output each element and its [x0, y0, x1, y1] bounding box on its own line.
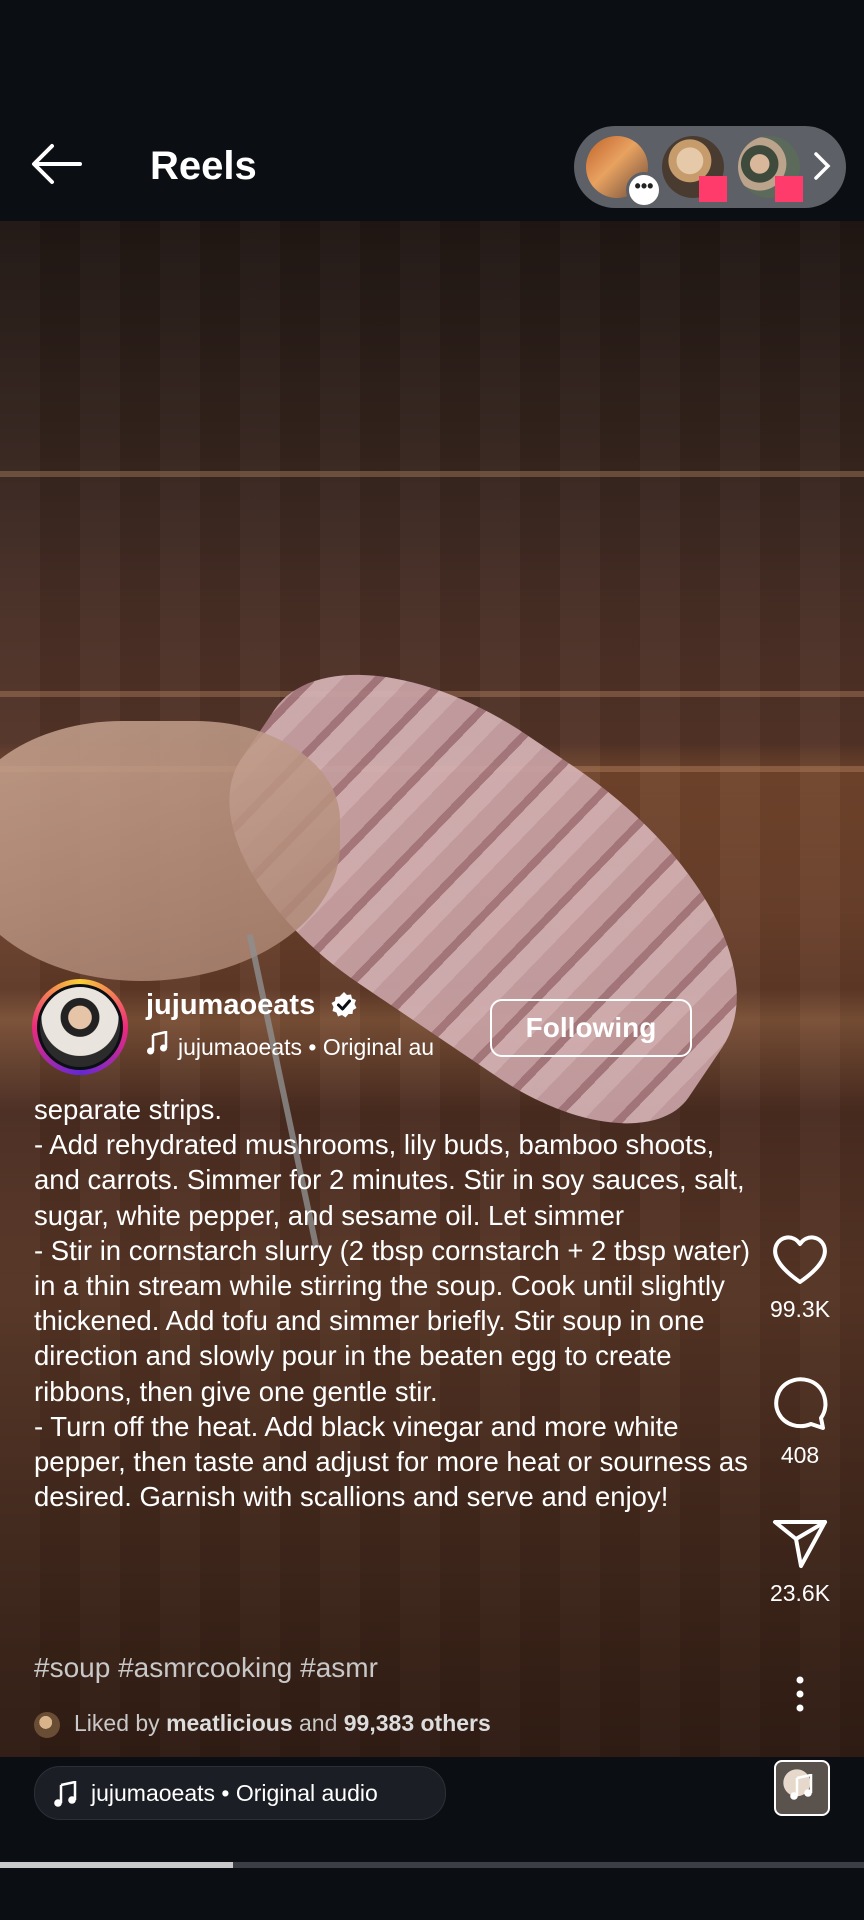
comment-button[interactable]: 408: [760, 1374, 840, 1469]
friends-activity-pill[interactable]: •••: [574, 126, 846, 208]
hashtags[interactable]: #soup #asmrcooking #asmr: [34, 1652, 378, 1684]
hand: [0, 721, 340, 981]
verified-badge-icon: [331, 992, 357, 1018]
username[interactable]: jujumaoeats: [146, 989, 315, 1022]
heart-badge-icon: [699, 176, 727, 202]
board-line: [0, 471, 864, 477]
like-count: 99.3K: [769, 1296, 831, 1322]
music-note-icon: [54, 1781, 77, 1807]
more-options-button[interactable]: [760, 1674, 840, 1714]
liked-others: 99,383 others: [343, 1710, 491, 1736]
audio-subtitle-text: jujumaoeats • Original au: [178, 1034, 435, 1060]
status-bar: [0, 0, 864, 108]
liked-middle: and: [299, 1710, 338, 1736]
caption-text[interactable]: separate strips. - Add rehydrated mushro…: [34, 1092, 764, 1514]
chat-bubble-icon: •••: [626, 172, 662, 208]
reels-header: Reels •••: [0, 108, 864, 221]
share-button[interactable]: 23.6K: [760, 1516, 840, 1607]
avatar[interactable]: [32, 979, 128, 1075]
bottom-audio-bar: jujumaoeats • Original audio: [0, 1757, 864, 1857]
audio-subtitle[interactable]: jujumaoeats • Original au: [146, 1031, 466, 1061]
music-note-icon: [146, 1031, 168, 1061]
audio-pill[interactable]: jujumaoeats • Original audio: [34, 1766, 446, 1820]
back-button[interactable]: [30, 142, 82, 186]
music-note-icon: [790, 1774, 813, 1800]
arrow-left-icon: [32, 144, 82, 184]
like-button[interactable]: 99.3K: [760, 1232, 840, 1323]
audio-thumbnail[interactable]: [774, 1760, 830, 1816]
author-row: jujumaoeats jujumaoeats • Original au Fo…: [0, 977, 864, 1077]
heart-badge-icon: [775, 176, 803, 202]
liked-by[interactable]: Liked by meatlicious and 99,383 others: [34, 1710, 491, 1738]
send-icon: [773, 1520, 827, 1568]
following-button[interactable]: Following: [490, 999, 692, 1057]
comment-count: 408: [780, 1442, 820, 1468]
liked-prefix: Liked by: [74, 1710, 160, 1736]
share-count: 23.6K: [769, 1580, 831, 1606]
system-nav-area: [0, 1868, 864, 1920]
liked-user: meatlicious: [166, 1710, 293, 1736]
liker-avatar: [34, 1711, 60, 1738]
comment-icon: [774, 1377, 828, 1430]
avatar-image: [37, 984, 123, 1070]
audio-pill-label: jujumaoeats • Original audio: [91, 1780, 378, 1806]
chevron-right-icon: [814, 152, 831, 180]
heart-icon: [773, 1235, 827, 1284]
page-title: Reels: [150, 144, 257, 188]
more-vertical-icon: [796, 1676, 804, 1712]
